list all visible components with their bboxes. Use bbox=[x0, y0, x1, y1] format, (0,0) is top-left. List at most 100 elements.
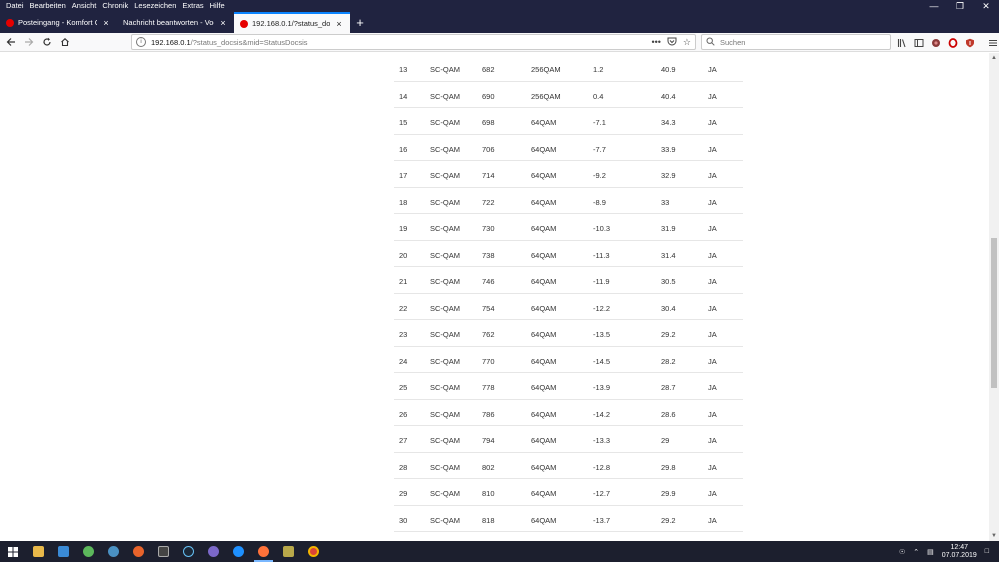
frequency-cell: 754 bbox=[482, 303, 495, 313]
search-bar[interactable]: Suchen bbox=[701, 34, 891, 50]
back-arrow-icon[interactable] bbox=[2, 34, 19, 51]
tools-app-icon[interactable] bbox=[276, 541, 301, 562]
lock-status-cell: JA bbox=[708, 171, 717, 180]
tab-posteingang[interactable]: Posteingang - Komfort Cloud × bbox=[0, 12, 117, 33]
file-explorer-icon[interactable] bbox=[26, 541, 51, 562]
hamburger-menu-icon[interactable] bbox=[987, 37, 999, 49]
scroll-thumb[interactable] bbox=[991, 238, 997, 388]
lock-status-cell: JA bbox=[708, 436, 717, 445]
chrome-icon[interactable] bbox=[301, 541, 326, 562]
library-icon[interactable] bbox=[896, 37, 908, 49]
modulation-cell: 64QAM bbox=[531, 171, 557, 180]
tab-close-icon[interactable]: × bbox=[101, 18, 111, 28]
terminal-app-icon[interactable] bbox=[151, 541, 176, 562]
snr-cell: 31.9 bbox=[661, 224, 676, 233]
menu-lesezeichen[interactable]: Lesezeichen bbox=[131, 0, 179, 12]
lock-status-cell: JA bbox=[708, 91, 717, 101]
sidebar-icon[interactable] bbox=[913, 37, 925, 49]
channel-type-cell: SC-QAM bbox=[430, 224, 460, 233]
channel-type-cell: SC-QAM bbox=[430, 91, 460, 101]
url-bar[interactable]: i 192.168.0.1/?status_docsis&mid=StatusD… bbox=[131, 34, 696, 50]
monitor-app-icon[interactable] bbox=[51, 541, 76, 562]
channel-type-cell: SC-QAM bbox=[430, 303, 460, 313]
frequency-cell: 698 bbox=[482, 118, 495, 127]
table-row: 15 SC-QAM 698 64QAM -7.1 34.3 JA bbox=[394, 108, 743, 135]
modulation-cell: 64QAM bbox=[531, 489, 557, 498]
minimize-icon[interactable]: — bbox=[921, 0, 947, 12]
power-level-cell: -9.2 bbox=[593, 171, 606, 180]
menu-bar: Datei Bearbeiten Ansicht Chronik Lesezei… bbox=[0, 0, 228, 12]
lock-status-cell: JA bbox=[708, 383, 717, 392]
channel-id-cell: 13 bbox=[399, 65, 408, 74]
chat-app-icon[interactable] bbox=[201, 541, 226, 562]
notifications-icon[interactable]: □ bbox=[985, 548, 989, 555]
frequency-cell: 682 bbox=[482, 65, 495, 74]
tab-close-icon[interactable]: × bbox=[218, 18, 228, 28]
url-path: /?status_docsis&mid=StatusDocsis bbox=[190, 37, 308, 47]
snr-cell: 31.4 bbox=[661, 250, 676, 260]
star-icon[interactable]: ☆ bbox=[683, 37, 691, 48]
new-tab-button[interactable]: + bbox=[350, 12, 370, 33]
tab-strip: Posteingang - Komfort Cloud × Nachricht … bbox=[0, 12, 999, 33]
channel-type-cell: SC-QAM bbox=[430, 383, 460, 392]
pocket-icon[interactable] bbox=[667, 37, 677, 48]
lock-status-cell: JA bbox=[708, 197, 717, 207]
power-level-cell: -10.3 bbox=[593, 224, 611, 233]
channel-id-cell: 15 bbox=[399, 118, 408, 127]
more-icon[interactable]: ••• bbox=[651, 37, 660, 47]
clock[interactable]: 12:47 07.07.2019 bbox=[942, 544, 977, 560]
vertical-scrollbar[interactable]: ▲ ▼ bbox=[989, 53, 999, 541]
tab-status-docsis[interactable]: 192.168.0.1/?status_docsis&mi × bbox=[234, 12, 350, 33]
windows-start-icon[interactable] bbox=[0, 541, 26, 562]
info-icon[interactable]: i bbox=[136, 37, 146, 47]
scroll-up-icon[interactable]: ▲ bbox=[989, 53, 999, 63]
close-window-icon[interactable]: ✕ bbox=[973, 0, 999, 12]
people-icon[interactable]: ☉ bbox=[899, 548, 905, 556]
menu-bearbeiten[interactable]: Bearbeiten bbox=[27, 0, 69, 12]
channel-id-cell: 22 bbox=[399, 303, 408, 313]
steam-icon[interactable] bbox=[176, 541, 201, 562]
snr-cell: 40.4 bbox=[661, 91, 676, 101]
orange-app-icon[interactable] bbox=[126, 541, 151, 562]
menu-ansicht[interactable]: Ansicht bbox=[69, 0, 100, 12]
channel-type-cell: SC-QAM bbox=[430, 462, 460, 472]
tray-chevron-up-icon[interactable]: ⌃ bbox=[913, 548, 919, 556]
menu-extras[interactable]: Extras bbox=[179, 0, 206, 12]
power-level-cell: -7.7 bbox=[593, 144, 606, 154]
globe-app-icon[interactable] bbox=[101, 541, 126, 562]
scroll-down-icon[interactable]: ▼ bbox=[989, 531, 999, 541]
modulation-cell: 64QAM bbox=[531, 250, 557, 260]
channel-type-cell: SC-QAM bbox=[430, 65, 460, 74]
home-icon[interactable] bbox=[56, 34, 73, 51]
network-icon[interactable]: ▤ bbox=[927, 548, 934, 556]
title-bar: Datei Bearbeiten Ansicht Chronik Lesezei… bbox=[0, 0, 999, 12]
search-placeholder: Suchen bbox=[720, 37, 746, 47]
restore-icon[interactable]: ❐ bbox=[947, 0, 973, 12]
menu-hilfe[interactable]: Hilfe bbox=[207, 0, 228, 12]
tab-nachricht[interactable]: Nachricht beantworten - Vodafone × bbox=[117, 12, 234, 33]
extension-globe-icon[interactable] bbox=[930, 37, 942, 49]
frequency-cell: 738 bbox=[482, 250, 495, 260]
power-level-cell: -12.7 bbox=[593, 489, 611, 498]
channel-id-cell: 25 bbox=[399, 383, 408, 392]
blue-circle-app-icon[interactable] bbox=[226, 541, 251, 562]
firefox-icon[interactable] bbox=[251, 541, 276, 562]
shield-icon[interactable] bbox=[964, 37, 976, 49]
puzzle-app-icon[interactable] bbox=[76, 541, 101, 562]
table-row: 13 SC-QAM 682 256QAM 1.2 40.9 JA bbox=[394, 55, 743, 82]
lock-status-cell: JA bbox=[708, 330, 717, 339]
power-level-cell: -11.9 bbox=[593, 277, 610, 286]
channel-id-cell: 23 bbox=[399, 330, 408, 339]
snr-cell: 28.2 bbox=[661, 356, 676, 366]
modulation-cell: 64QAM bbox=[531, 303, 557, 313]
modulation-cell: 64QAM bbox=[531, 515, 557, 525]
tab-close-icon[interactable]: × bbox=[334, 19, 344, 29]
opera-extension-icon[interactable] bbox=[947, 37, 959, 49]
forward-arrow-icon[interactable] bbox=[20, 34, 37, 51]
table-row: 20 SC-QAM 738 64QAM -11.3 31.4 JA bbox=[394, 241, 743, 267]
tab-label: 192.168.0.1/?status_docsis&mi bbox=[252, 19, 330, 28]
snr-cell: 28.7 bbox=[661, 383, 676, 392]
menu-chronik[interactable]: Chronik bbox=[99, 0, 131, 12]
reload-icon[interactable] bbox=[38, 34, 55, 51]
menu-datei[interactable]: Datei bbox=[3, 0, 27, 12]
